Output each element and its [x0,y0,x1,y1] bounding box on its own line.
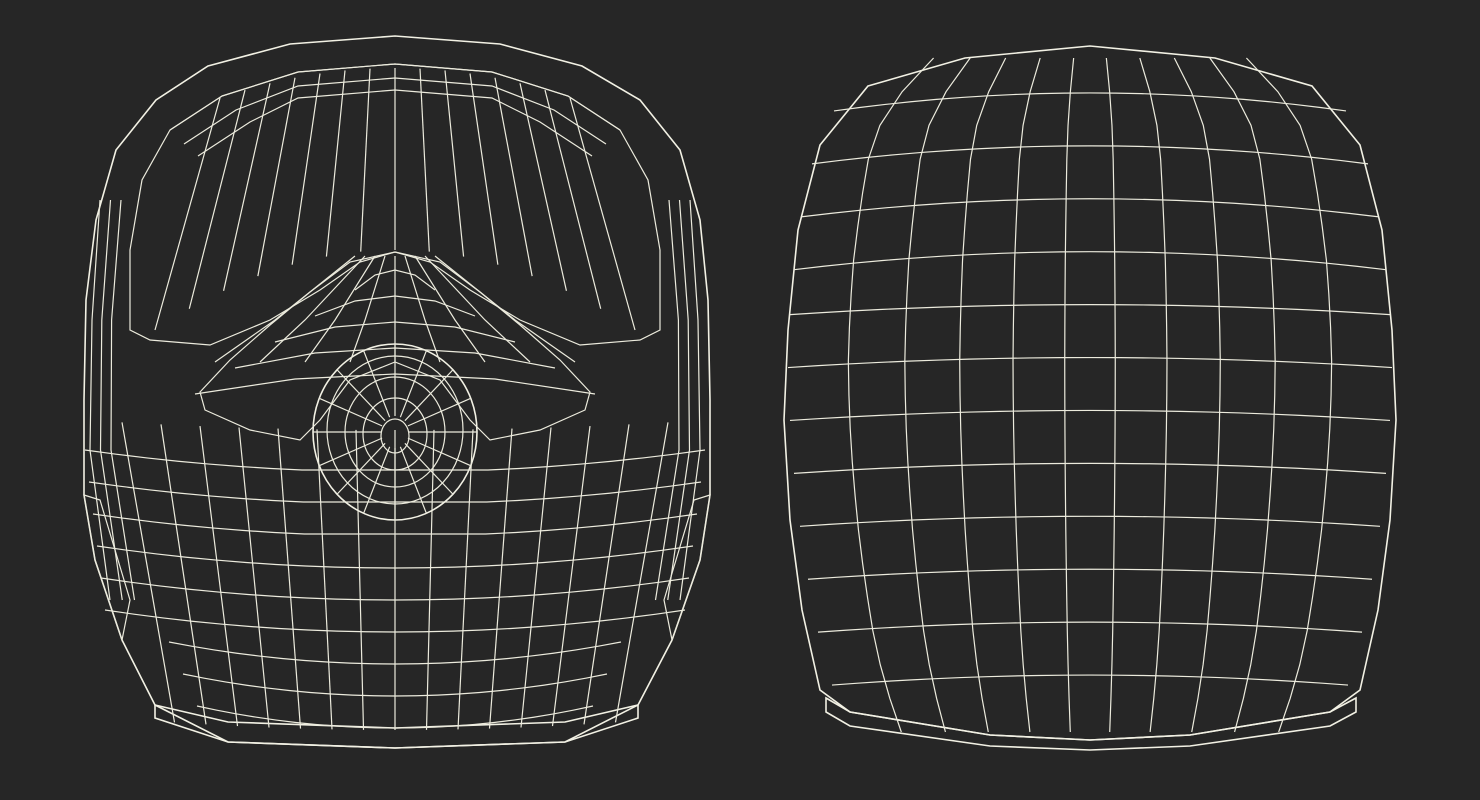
back-view-mask [783,45,1397,751]
wire-edge [793,251,1387,271]
wire-edge [494,77,533,277]
wire-edge [419,68,430,252]
wire-edge [424,255,531,363]
wire-edge [425,429,435,730]
wire-edge [336,369,386,422]
back-shell [783,45,1397,741]
wire-edge [793,462,1387,474]
wire-edge [110,199,136,601]
wire-edge [336,442,386,495]
back-bottom-rim [825,696,1357,751]
wire-edge [789,409,1391,422]
wire-edge [807,568,1373,580]
wire-edge [222,83,271,291]
wire-edge [787,356,1393,369]
wire-edge [520,427,552,728]
wire-edge [238,427,270,728]
wire-edge [799,515,1381,527]
wire-edge [154,97,221,331]
wire-edge [519,83,568,291]
wire-edge [789,304,1391,316]
wire-edge [444,70,465,257]
wire-edge [259,255,366,363]
wire-edge [1245,57,1333,733]
wire-edge [469,73,499,265]
wire-edge [316,429,333,730]
wire-edge [457,429,474,730]
wire-edge [569,97,636,331]
wire-edge [1139,57,1168,733]
wire-edge [360,68,371,252]
wire-edge [833,92,1347,112]
wire-edge [654,199,680,601]
wire-edge [1064,57,1075,733]
wire-edge [399,350,427,418]
wire-edge [160,424,207,725]
front-shell [83,35,711,749]
wire-edge [488,428,513,729]
wire-edge [277,428,302,729]
wire-edge [1012,57,1041,733]
wire-edge [1105,57,1116,733]
front-view-mask [83,35,711,749]
wire-edge [291,73,321,265]
wire-edge [583,424,630,725]
wire-edge [363,350,391,418]
wire-edge [404,442,454,495]
wire-edge [89,199,111,601]
wire-edge [679,199,701,601]
wire-edge [404,369,454,422]
front-left-tab [83,494,131,643]
front-right-tab [663,494,711,643]
wire-edge [319,437,383,467]
back-wire-grid [787,57,1393,733]
wire-edge [811,145,1369,165]
wire-edge [801,198,1379,218]
wire-edge [817,621,1363,633]
wireframe-render [83,35,1397,751]
wire-edge [355,429,365,730]
wire-edge [257,77,296,277]
wire-edge [325,70,346,257]
front-wire-grid [84,63,706,730]
wire-edge [407,437,471,467]
wire-edge [831,674,1349,686]
wire-edge [847,57,935,733]
wire-edge [1173,57,1221,733]
wire-edge [959,57,1007,733]
